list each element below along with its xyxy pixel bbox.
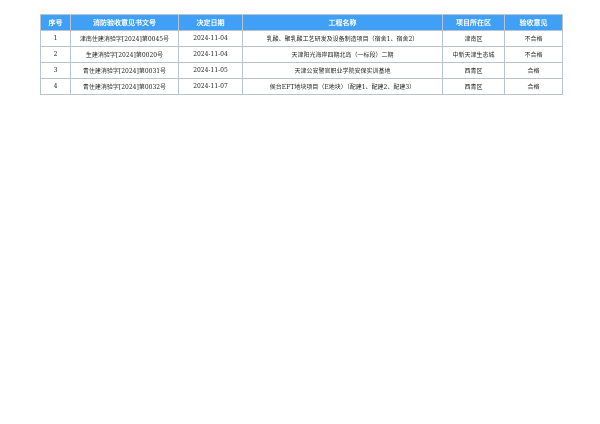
cell-decision-date: 2024-11-04 xyxy=(178,30,243,47)
cell-decision-date: 2024-11-05 xyxy=(178,62,243,79)
header-district: 项目所在区 xyxy=(442,14,505,31)
cell-opinion: 不合格 xyxy=(504,46,563,63)
cell-index: 1 xyxy=(40,30,71,47)
cell-index: 4 xyxy=(40,78,71,95)
header-index: 序号 xyxy=(40,14,71,31)
cell-district: 西青区 xyxy=(442,78,505,95)
cell-project-name: 天津阳光海岸四期北岛（一标段）二期 xyxy=(242,46,443,63)
cell-index: 2 xyxy=(40,46,71,63)
cell-opinion: 合格 xyxy=(504,62,563,79)
cell-district: 中新天津生态城 xyxy=(442,46,505,63)
cell-index: 3 xyxy=(40,62,71,79)
cell-decision-date: 2024-11-04 xyxy=(178,46,243,63)
cell-project-name: 天津公安警官职业学院安保实训基地 xyxy=(242,62,443,79)
cell-doc-number: 津南住建消验字[2024]第0045号 xyxy=(70,30,179,47)
cell-opinion: 不合格 xyxy=(504,30,563,47)
table-row: 4 青住建消验字[2024]第0032号 2024-11-07 侯台EFT地块项… xyxy=(40,78,563,95)
cell-district: 津南区 xyxy=(442,30,505,47)
cell-doc-number: 青住建消验字[2024]第0032号 xyxy=(70,78,179,95)
cell-doc-number: 青住建消验字[2024]第0031号 xyxy=(70,62,179,79)
cell-project-name: 侯台EFT地块项目（E地块）（配建1、配建2、配建3） xyxy=(242,78,443,95)
header-doc-number: 消防验收意见书文号 xyxy=(70,14,179,31)
cell-opinion: 合格 xyxy=(504,78,563,95)
header-opinion: 验收意见 xyxy=(504,14,563,31)
header-project-name: 工程名称 xyxy=(242,14,443,31)
header-decision-date: 决定日期 xyxy=(178,14,243,31)
cell-project-name: 乳酸、聚乳酸工艺研发及设备制造项目（宿舍1、宿舍2） xyxy=(242,30,443,47)
table-row: 3 青住建消验字[2024]第0031号 2024-11-05 天津公安警官职业… xyxy=(40,62,563,79)
table-row: 2 生建消验字[2024]第0020号 2024-11-04 天津阳光海岸四期北… xyxy=(40,46,563,63)
cell-doc-number: 生建消验字[2024]第0020号 xyxy=(70,46,179,63)
document-page: 序号 消防验收意见书文号 决定日期 工程名称 项目所在区 验收意见 1 津南住建… xyxy=(0,0,600,424)
table-row: 1 津南住建消验字[2024]第0045号 2024-11-04 乳酸、聚乳酸工… xyxy=(40,30,563,47)
table-header-row: 序号 消防验收意见书文号 决定日期 工程名称 项目所在区 验收意见 xyxy=(40,14,563,31)
cell-decision-date: 2024-11-07 xyxy=(178,78,243,95)
cell-district: 西青区 xyxy=(442,62,505,79)
acceptance-table: 序号 消防验收意见书文号 决定日期 工程名称 项目所在区 验收意见 1 津南住建… xyxy=(40,14,563,95)
